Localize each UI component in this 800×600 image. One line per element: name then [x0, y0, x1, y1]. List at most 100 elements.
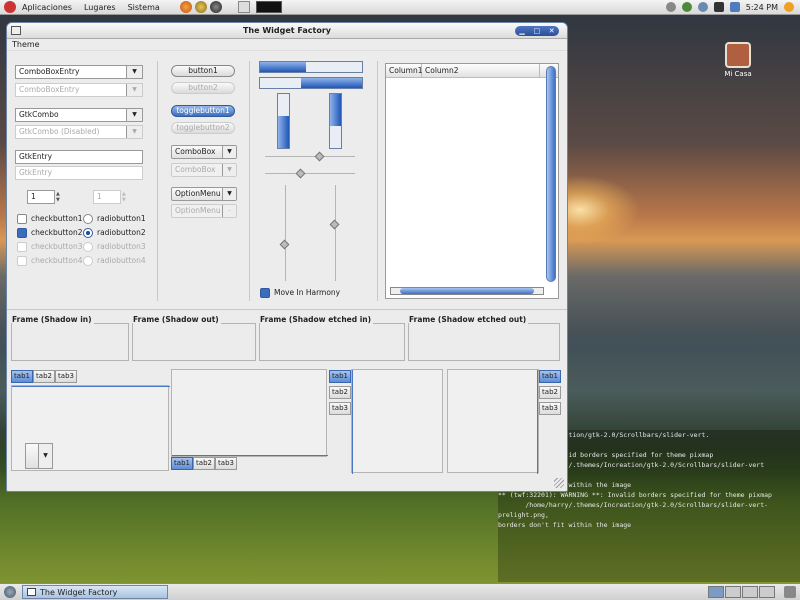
chevron-down-icon: ▼: [126, 84, 142, 96]
tab-2[interactable]: tab2: [329, 386, 351, 399]
small-combo[interactable]: ▼: [25, 443, 53, 469]
monitor-icon[interactable]: [713, 2, 724, 12]
move-in-harmony-check[interactable]: Move In Harmony: [260, 288, 340, 298]
column-header-2[interactable]: Column2: [422, 64, 540, 77]
chevron-down-icon[interactable]: ▼: [222, 146, 236, 158]
tab-3[interactable]: tab3: [329, 402, 351, 415]
checkbutton4: checkbutton4: [17, 256, 82, 266]
clock[interactable]: 5:24 PM: [746, 3, 778, 12]
workspace-1[interactable]: [708, 586, 724, 598]
tab-1[interactable]: tab1: [171, 457, 193, 470]
user-switch-icon[interactable]: [681, 2, 692, 12]
radio-icon: [83, 242, 93, 252]
workspace-preview-icon[interactable]: [237, 1, 250, 13]
media-launcher-icon[interactable]: [209, 1, 222, 13]
optionmenu-disabled-text: OptionMenu: [175, 206, 221, 215]
chevron-down-icon[interactable]: ▼: [222, 188, 236, 200]
frame-shadow-out: Frame (Shadow out): [132, 315, 256, 361]
radiobutton2[interactable]: radiobutton2: [83, 228, 146, 238]
menu-aplicaciones[interactable]: Aplicaciones: [16, 3, 78, 12]
tab-2[interactable]: tab2: [193, 457, 215, 470]
firefox-launcher-icon[interactable]: [179, 1, 192, 13]
scrollbar-thumb[interactable]: [400, 288, 534, 294]
window-titlebar[interactable]: The Widget Factory ▁ □ ✕: [7, 23, 567, 39]
horizontal-scrollbar[interactable]: [390, 287, 544, 295]
search-icon[interactable]: [697, 2, 708, 12]
checkbutton1[interactable]: checkbutton1: [17, 214, 82, 224]
menu-theme[interactable]: Theme: [12, 40, 40, 49]
tab-3[interactable]: tab3: [539, 402, 561, 415]
workspace-2[interactable]: [725, 586, 741, 598]
column-header-1[interactable]: Column1: [386, 64, 423, 77]
gtkcombo-text: GtkCombo: [19, 110, 59, 119]
slider-knob-icon[interactable]: [295, 168, 306, 179]
tab-3[interactable]: tab3: [55, 370, 77, 383]
slider-knob-icon[interactable]: [329, 219, 340, 230]
weather-icon[interactable]: [784, 2, 794, 12]
gtkcombo[interactable]: GtkCombo ▼: [15, 108, 143, 122]
hscale-2[interactable]: [265, 173, 355, 174]
combobox[interactable]: ComboBox ▼: [171, 145, 237, 159]
show-desktop-icon[interactable]: [4, 586, 16, 598]
trash-icon[interactable]: [784, 586, 796, 598]
taskbar-item-widget-factory[interactable]: The Widget Factory: [22, 585, 168, 599]
checkbutton4-label: checkbutton4: [31, 256, 83, 265]
radiobutton3-label: radiobutton3: [97, 242, 146, 251]
frame-shadow-etched-out: Frame (Shadow etched out): [408, 315, 560, 361]
close-icon[interactable]: ✕: [549, 23, 555, 39]
widget-factory-window: The Widget Factory ▁ □ ✕ Theme ComboBoxE…: [6, 22, 568, 492]
combobox-disabled: ComboBox ▼: [171, 163, 237, 177]
checkbutton2[interactable]: checkbutton2: [17, 228, 82, 238]
treeview[interactable]: Column1 Column2: [385, 63, 559, 299]
terminal-line: /home/harry/.themes/Increation/gtk-2.0/S…: [498, 501, 769, 509]
button2: button2: [171, 82, 235, 94]
tab-2[interactable]: tab2: [33, 370, 55, 383]
tab-1[interactable]: tab1: [329, 370, 351, 383]
workspace-4[interactable]: [759, 586, 775, 598]
separator: [157, 61, 158, 301]
gtkcombo-disabled-text: GtkCombo (Disabled): [19, 127, 100, 136]
tab-3[interactable]: tab3: [215, 457, 237, 470]
user-icon[interactable]: [665, 2, 676, 12]
terminal-thumbnail-icon[interactable]: [255, 1, 282, 13]
chevron-down-icon[interactable]: ▼: [126, 109, 142, 121]
gtkentry[interactable]: GtkEntry: [15, 150, 143, 164]
maximize-icon[interactable]: □: [533, 23, 540, 39]
slider-knob-icon[interactable]: [279, 239, 290, 250]
window-menu-icon[interactable]: [11, 26, 21, 35]
spinbutton1-value: 1: [31, 192, 36, 201]
mail-launcher-icon[interactable]: [194, 1, 207, 13]
progress-fill: [260, 62, 306, 72]
tab-1[interactable]: tab1: [539, 370, 561, 383]
spin-arrows-icon[interactable]: ▲ ▼: [56, 191, 64, 203]
resize-grip-icon[interactable]: [554, 478, 564, 488]
tab-2[interactable]: tab2: [539, 386, 561, 399]
spinbutton1[interactable]: 1 ▲ ▼: [27, 190, 60, 204]
vscale-1[interactable]: [285, 185, 286, 281]
chevron-down-icon[interactable]: ▼: [126, 66, 142, 78]
gnome-foot-icon[interactable]: [4, 1, 16, 13]
network-icon[interactable]: [729, 2, 740, 12]
menu-lugares[interactable]: Lugares: [78, 3, 122, 12]
top-panel: Aplicaciones Lugares Sistema 5:24 PM: [0, 0, 800, 15]
hscale-1[interactable]: [265, 156, 355, 157]
vscale-2[interactable]: [335, 185, 336, 281]
vertical-scrollbar[interactable]: [546, 66, 556, 282]
workspace-3[interactable]: [742, 586, 758, 598]
move-in-harmony-label: Move In Harmony: [274, 288, 341, 297]
radiobutton1[interactable]: radiobutton1: [83, 214, 146, 224]
checkbutton3-label: checkbutton3: [31, 242, 83, 251]
button1[interactable]: button1: [171, 65, 235, 77]
desktop-icon-home[interactable]: Mi Casa: [718, 42, 758, 78]
chevron-down-icon[interactable]: ▼: [38, 444, 52, 468]
optionmenu[interactable]: OptionMenu ▼: [171, 187, 237, 201]
notebook-tabs-left: [351, 369, 443, 474]
minimize-icon[interactable]: ▁: [519, 23, 524, 39]
menu-sistema[interactable]: Sistema: [122, 3, 166, 12]
tab-1[interactable]: tab1: [11, 370, 33, 383]
chevron-down-icon: ▼: [126, 126, 142, 138]
separator: [7, 309, 567, 310]
togglebutton1[interactable]: togglebutton1: [171, 105, 235, 117]
comboboxentry[interactable]: ComboBoxEntry ▼: [15, 65, 143, 79]
slider-knob-icon[interactable]: [314, 151, 325, 162]
